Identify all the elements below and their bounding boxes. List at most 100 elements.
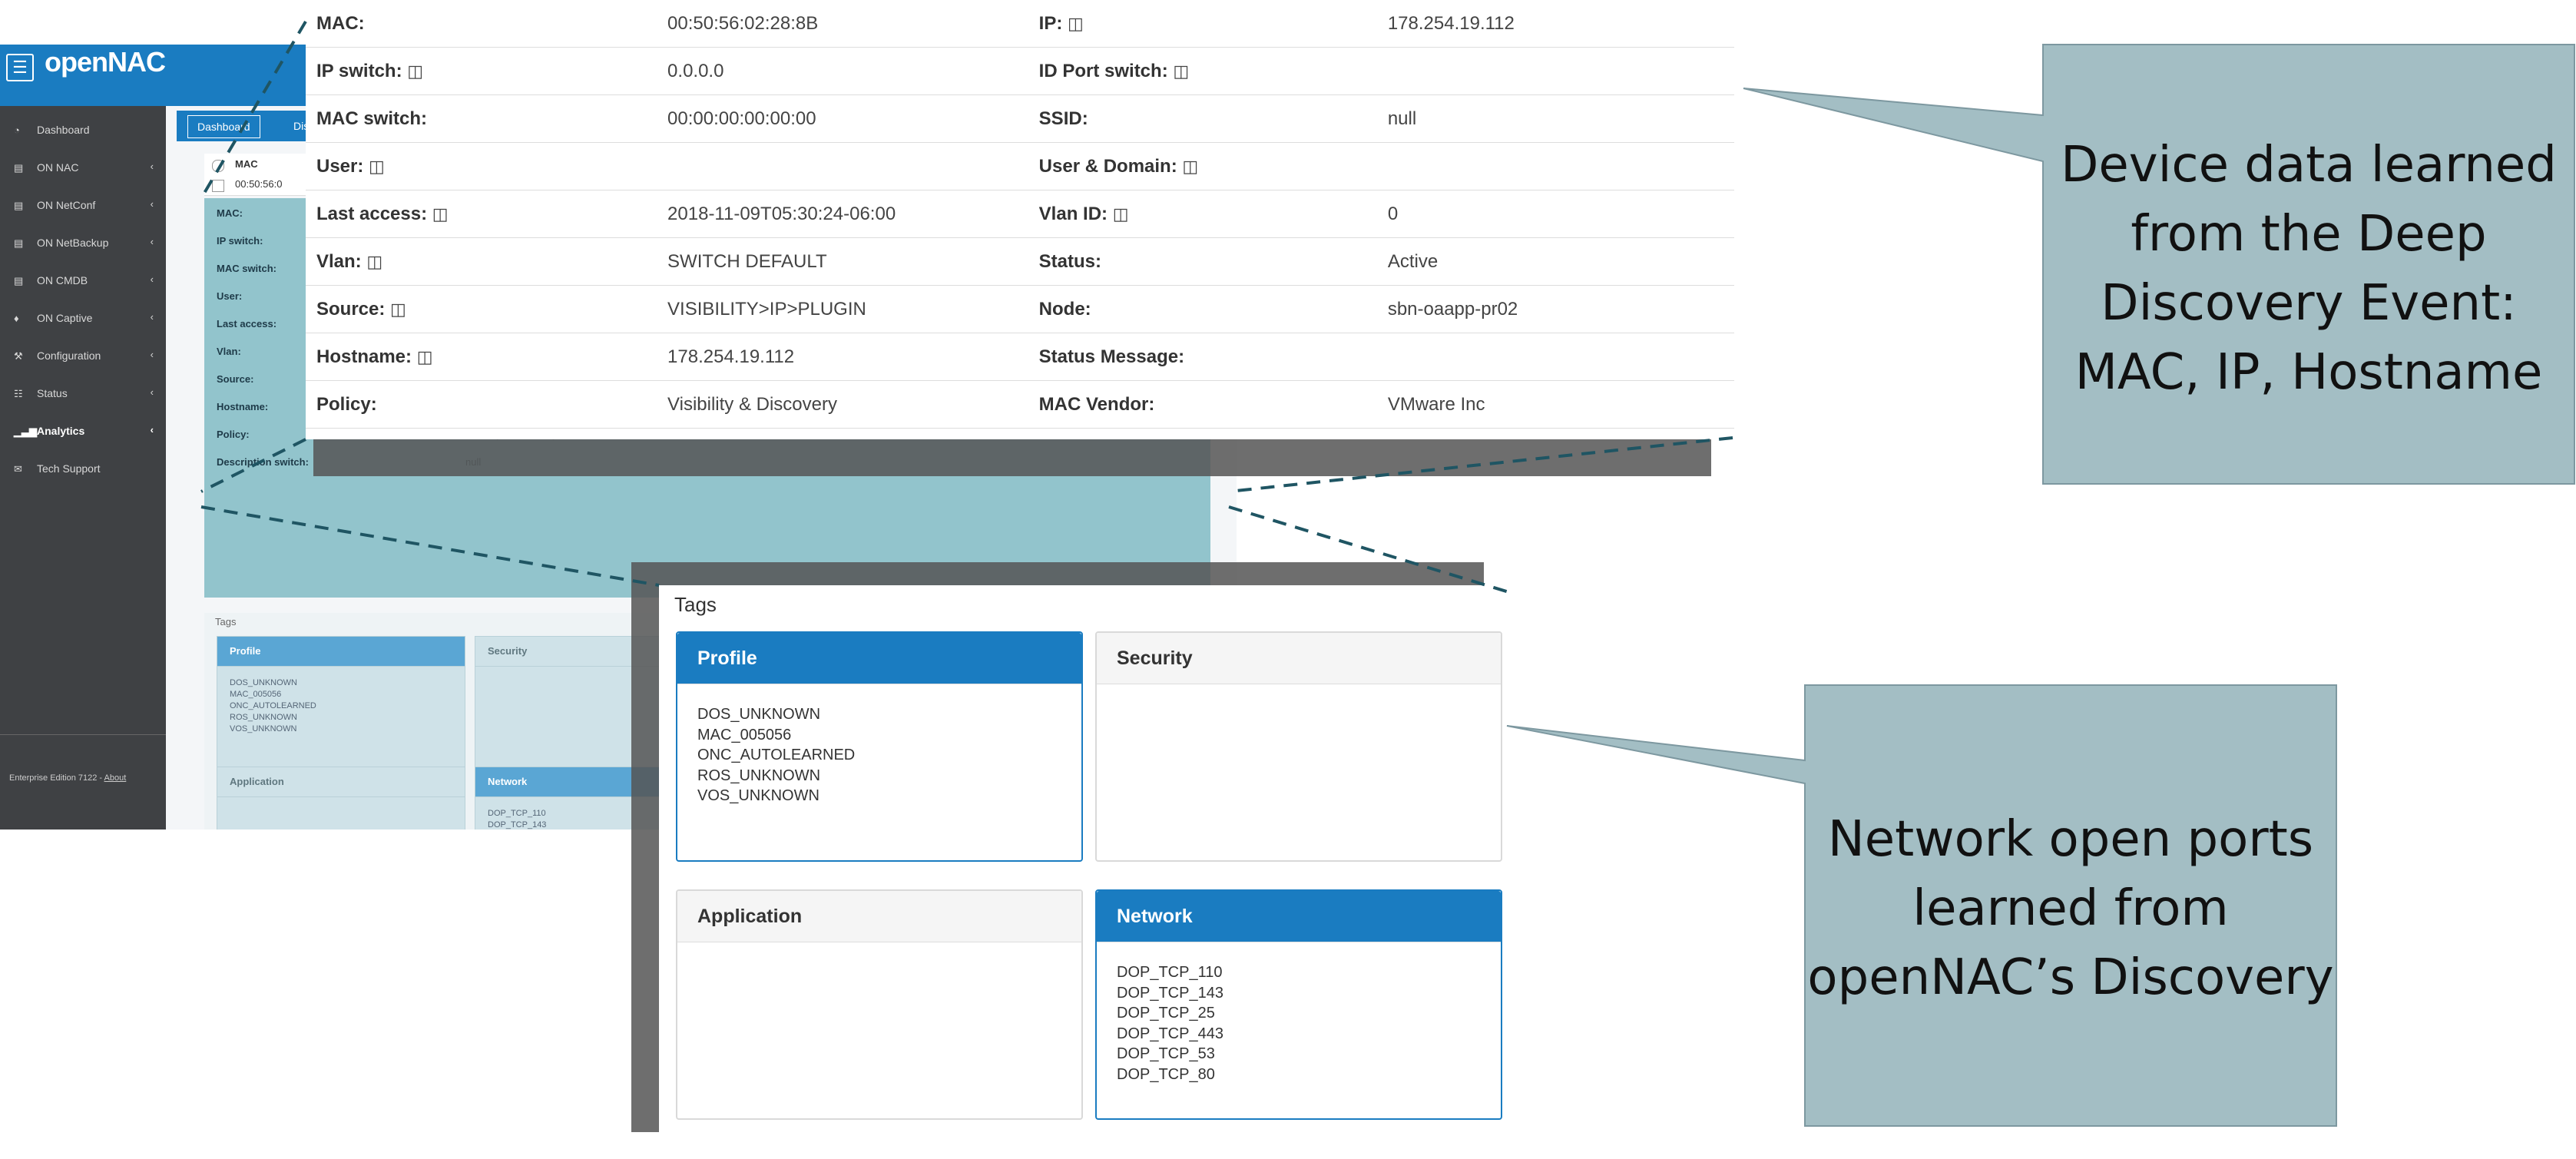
tag-item: VOS_UNKNOWN bbox=[697, 787, 819, 804]
tag-item: DOP_TCP_443 bbox=[1117, 1025, 1223, 1042]
chevron-left-icon: ‹ bbox=[150, 273, 154, 285]
chevron-left-icon: ‹ bbox=[150, 386, 154, 398]
sidebar-item-on-netconf[interactable]: ▤ ON NetConf ‹ bbox=[0, 187, 166, 224]
tag-list: DOS_UNKNOWN MAC_005056 ONC_AUTOLEARNED ROS_… bbox=[677, 684, 1081, 826]
app-logo: openNAC bbox=[45, 46, 166, 78]
detail-label: MAC: bbox=[217, 207, 243, 219]
list-row-mac[interactable]: 00:50:56:0 bbox=[235, 178, 282, 190]
sidebar-item-tech-support[interactable]: ✉ Tech Support bbox=[0, 451, 166, 488]
field-value bbox=[657, 142, 1028, 190]
tags-zoom: Tags Profile DOS_UNKNOWN MAC_005056 ONC_AUT… bbox=[659, 585, 1511, 1159]
columns-icon[interactable]: ◫ bbox=[407, 61, 423, 81]
field-value: Active bbox=[1376, 237, 1734, 286]
callout-line: openNAC’s Discovery bbox=[1807, 949, 2334, 1006]
field-label-text: Last access: bbox=[316, 203, 428, 224]
edition-label: Enterprise Edition 7122 - bbox=[9, 773, 103, 783]
field-label: ID Port switch: ◫ bbox=[1028, 47, 1377, 95]
callout-line: learned from bbox=[1912, 880, 2229, 937]
field-value: VMware Inc bbox=[1376, 380, 1734, 429]
field-label-text: User: bbox=[316, 155, 364, 177]
sidebar-item-label: ON NetConf bbox=[37, 199, 96, 211]
field-label: Last access: ◫ bbox=[306, 190, 657, 238]
tag-card-title: Security bbox=[1097, 633, 1501, 684]
field-label: SSID: bbox=[1028, 94, 1377, 143]
sidebar-item-label: Status bbox=[37, 387, 68, 399]
sidebar-item-label: ON NAC bbox=[37, 161, 79, 174]
sidebar-item-on-cmdb[interactable]: ▤ ON CMDB ‹ bbox=[0, 263, 166, 300]
chevron-left-icon: ‹ bbox=[150, 311, 154, 323]
field-label-text: SSID: bbox=[1038, 108, 1088, 129]
sidebar-item-status[interactable]: ☷ Status ‹ bbox=[0, 376, 166, 412]
callout-line: Network open ports bbox=[1827, 811, 2314, 868]
field-value: 00:50:56:02:28:8B bbox=[657, 0, 1028, 48]
columns-icon[interactable]: ◫ bbox=[1173, 61, 1189, 81]
field-label: User & Domain: ◫ bbox=[1028, 142, 1377, 190]
columns-icon[interactable]: ◫ bbox=[1113, 204, 1129, 224]
select-all-checkbox[interactable] bbox=[212, 160, 224, 172]
columns-icon[interactable]: ◫ bbox=[390, 300, 406, 319]
list-header-mac: MAC bbox=[235, 158, 258, 170]
tag-item: MAC_005056 bbox=[230, 690, 282, 699]
row-checkbox[interactable] bbox=[212, 180, 224, 192]
sidebar-item-analytics[interactable]: ▁▃▆ Analytics ‹ bbox=[0, 413, 166, 450]
tab-dashboard[interactable]: Dashboard bbox=[187, 115, 260, 138]
table-row: Vlan: ◫ SWITCH DEFAULT Status: Active bbox=[306, 237, 1734, 286]
sidebar-item-label: ON NetBackup bbox=[37, 237, 109, 249]
detail-label: IP switch: bbox=[217, 235, 263, 247]
tag-item: ONC_AUTOLEARNED bbox=[697, 747, 856, 763]
status-icon: ☷ bbox=[14, 388, 23, 399]
about-link[interactable]: About bbox=[104, 773, 127, 783]
sidebar-item-label: ON Captive bbox=[37, 312, 93, 324]
detail-label: Policy: bbox=[217, 429, 250, 440]
table-row: Source: ◫ VISIBILITY>IP>PLUGIN Node: sbn-oa… bbox=[306, 285, 1734, 333]
tag-item: DOP_TCP_53 bbox=[1117, 1045, 1215, 1062]
captive-icon: ♦ bbox=[14, 313, 19, 324]
device-data-zoom: MAC: 00:50:56:02:28:8B IP: ◫ 178.254.19.112… bbox=[306, 0, 1734, 439]
field-label: IP switch: ◫ bbox=[306, 47, 657, 95]
field-label: Vlan: ◫ bbox=[306, 237, 657, 286]
tag-card-title: Profile bbox=[677, 633, 1081, 684]
field-label-text: ID Port switch: bbox=[1038, 60, 1168, 81]
columns-icon[interactable]: ◫ bbox=[366, 252, 382, 271]
detail-label: Hostname: bbox=[217, 401, 269, 412]
sidebar-item-dashboard[interactable]: ◔ Dashboard bbox=[0, 112, 166, 149]
detail-label: Description switch: bbox=[217, 456, 309, 468]
sidebar-item-label: Analytics bbox=[37, 425, 85, 437]
detail-label: Last access: bbox=[217, 318, 277, 329]
sidebar-item-label: Dashboard bbox=[37, 124, 90, 136]
analytics-icon: ▁▃▆ bbox=[14, 426, 37, 437]
field-value: VISIBILITY>IP>PLUGIN bbox=[657, 285, 1028, 333]
field-label: Source: ◫ bbox=[306, 285, 657, 333]
chevron-left-icon: ‹ bbox=[150, 424, 154, 435]
columns-icon[interactable]: ◫ bbox=[369, 157, 385, 176]
columns-icon[interactable]: ◫ bbox=[1068, 14, 1084, 33]
tag-card-application: Application bbox=[676, 889, 1083, 1120]
tag-item: VOS_UNKNOWN bbox=[230, 724, 297, 733]
callout-line: Discovery Event: bbox=[2101, 275, 2517, 332]
tag-item: MAC_005056 bbox=[697, 726, 792, 743]
field-value bbox=[1376, 333, 1734, 381]
field-label: Node: bbox=[1028, 285, 1377, 333]
sidebar-item-on-nac[interactable]: ▤ ON NAC ‹ bbox=[0, 150, 166, 187]
sidebar-item-on-netbackup[interactable]: ▤ ON NetBackup ‹ bbox=[0, 225, 166, 262]
small-tag-list bbox=[217, 797, 465, 819]
menu-icon[interactable]: ☰ bbox=[6, 54, 34, 81]
tags-title: Tags bbox=[674, 593, 717, 616]
tag-item: DOS_UNKNOWN bbox=[230, 678, 298, 687]
table-row: Hostname: ◫ 178.254.19.112 Status Message: bbox=[306, 333, 1734, 381]
sidebar-item-on-captive[interactable]: ♦ ON Captive ‹ bbox=[0, 300, 166, 337]
small-tags-title: Tags bbox=[215, 616, 237, 628]
chevron-left-icon: ‹ bbox=[150, 236, 154, 247]
small-tag-card-title: Application bbox=[217, 767, 465, 797]
sidebar-item-configuration[interactable]: ⚒ Configuration ‹ bbox=[0, 338, 166, 375]
tag-item: ROS_UNKNOWN bbox=[230, 713, 298, 722]
columns-icon[interactable]: ◫ bbox=[417, 347, 433, 366]
callout-device-data-text: Device data learned from the Deep Discover… bbox=[2043, 131, 2574, 407]
callout-line: MAC, IP, Hostname bbox=[2074, 344, 2543, 401]
tag-card-security: Security bbox=[1095, 631, 1502, 862]
dashboard-icon: ◔ bbox=[14, 124, 20, 136]
columns-icon[interactable]: ◫ bbox=[432, 204, 449, 224]
field-label: Status Message: bbox=[1028, 333, 1377, 381]
columns-icon[interactable]: ◫ bbox=[1182, 157, 1198, 176]
field-label-text: MAC switch: bbox=[316, 108, 427, 129]
